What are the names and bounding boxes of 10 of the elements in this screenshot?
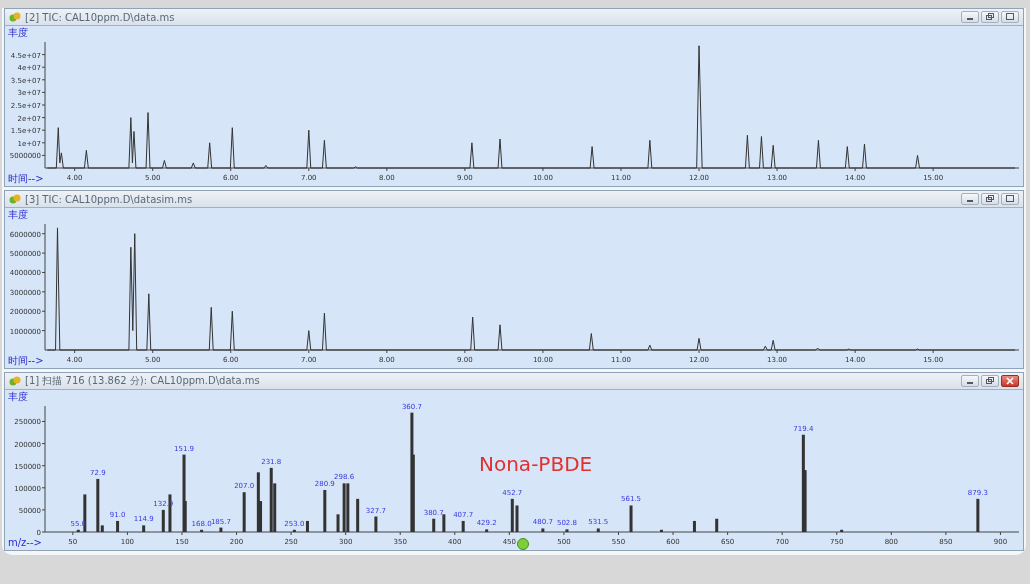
- axis-label: 丰度: [8, 27, 28, 38]
- axis-label: 丰度: [8, 209, 28, 220]
- axis-label: m/z-->: [8, 537, 42, 548]
- axis-label: 时间-->: [8, 173, 44, 184]
- annotation-text: Nona-PBDE: [479, 452, 593, 476]
- axis-label: 时间-->: [8, 355, 44, 366]
- window-title: [1] 扫描 716 (13.862 分): CAL10ppm.D\data.ms: [25, 374, 260, 388]
- window-title: [3] TIC: CAL10ppm.D\datasim.ms: [25, 193, 193, 205]
- axis-label: 丰度: [8, 391, 28, 402]
- window-title: [2] TIC: CAL10ppm.D\data.ms: [25, 11, 175, 23]
